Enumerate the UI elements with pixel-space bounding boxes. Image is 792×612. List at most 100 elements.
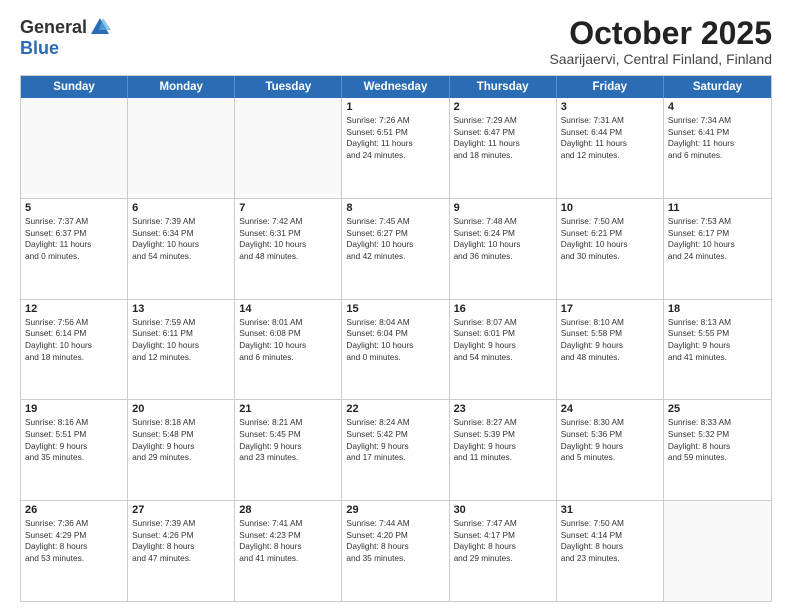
cell-info-24: Sunrise: 8:30 AM Sunset: 5:36 PM Dayligh… (561, 417, 659, 463)
cell-info-12: Sunrise: 7:56 AM Sunset: 6:14 PM Dayligh… (25, 317, 123, 363)
day-number-10: 10 (561, 202, 659, 214)
day-number-14: 14 (239, 303, 337, 315)
day-number-20: 20 (132, 403, 230, 415)
calendar-cell-day-10: 10 Sunrise: 7:50 AM Sunset: 6:21 PM Dayli… (557, 199, 664, 299)
day-number-18: 18 (668, 303, 767, 315)
day-number-4: 4 (668, 101, 767, 113)
cell-info-31: Sunrise: 7:50 AM Sunset: 4:14 PM Dayligh… (561, 518, 659, 564)
logo-blue-text: Blue (20, 38, 59, 59)
day-number-31: 31 (561, 504, 659, 516)
calendar-cell-day-24: 24 Sunrise: 8:30 AM Sunset: 5:36 PM Dayli… (557, 400, 664, 500)
day-number-22: 22 (346, 403, 444, 415)
weekday-header-tuesday: Tuesday (235, 76, 342, 98)
day-number-5: 5 (25, 202, 123, 214)
calendar-cell-day-7: 7Sunrise: 7:42 AM Sunset: 6:31 PM Daylig… (235, 199, 342, 299)
calendar-cell-day-12: 12Sunrise: 7:56 AM Sunset: 6:14 PM Dayli… (21, 300, 128, 400)
day-number-11: 11 (668, 202, 767, 214)
calendar: SundayMondayTuesdayWednesdayThursdayFrid… (20, 75, 772, 602)
cell-info-13: Sunrise: 7:59 AM Sunset: 6:11 PM Dayligh… (132, 317, 230, 363)
calendar-row-2: 12Sunrise: 7:56 AM Sunset: 6:14 PM Dayli… (21, 299, 771, 400)
calendar-cell-day-22: 22 Sunrise: 8:24 AM Sunset: 5:42 PM Dayli… (342, 400, 449, 500)
cell-info-29: Sunrise: 7:44 AM Sunset: 4:20 PM Dayligh… (346, 518, 444, 564)
cell-info-1: Sunrise: 7:26 AM Sunset: 6:51 PM Dayligh… (346, 115, 444, 161)
calendar-cell-day-18: 18Sunrise: 8:13 AM Sunset: 5:55 PM Dayli… (664, 300, 771, 400)
calendar-cell-day-15: 15 Sunrise: 8:04 AM Sunset: 6:04 PM Dayli… (342, 300, 449, 400)
calendar-cell-day-1: 1Sunrise: 7:26 AM Sunset: 6:51 PM Daylig… (342, 98, 449, 198)
day-number-16: 16 (454, 303, 552, 315)
day-number-25: 25 (668, 403, 767, 415)
weekday-header-monday: Monday (128, 76, 235, 98)
month-title: October 2025 (549, 16, 772, 51)
weekday-header-wednesday: Wednesday (342, 76, 449, 98)
calendar-cell-day-21: 21 Sunrise: 8:21 AM Sunset: 5:45 PM Dayli… (235, 400, 342, 500)
calendar-cell-day-5: 5 Sunrise: 7:37 AM Sunset: 6:37 PM Daylig… (21, 199, 128, 299)
calendar-cell-day-17: 17Sunrise: 8:10 AM Sunset: 5:58 PM Dayli… (557, 300, 664, 400)
calendar-cell-day-20: 20Sunrise: 8:18 AM Sunset: 5:48 PM Dayli… (128, 400, 235, 500)
day-number-19: 19 (25, 403, 123, 415)
calendar-cell-day-19: 19 Sunrise: 8:16 AM Sunset: 5:51 PM Dayli… (21, 400, 128, 500)
calendar-cell-day-28: 28 Sunrise: 7:41 AM Sunset: 4:23 PM Dayli… (235, 501, 342, 601)
cell-info-19: Sunrise: 8:16 AM Sunset: 5:51 PM Dayligh… (25, 417, 123, 463)
cell-info-27: Sunrise: 7:39 AM Sunset: 4:26 PM Dayligh… (132, 518, 230, 564)
weekday-header-sunday: Sunday (21, 76, 128, 98)
cell-info-14: Sunrise: 8:01 AM Sunset: 6:08 PM Dayligh… (239, 317, 337, 363)
day-number-15: 15 (346, 303, 444, 315)
calendar-cell-day-25: 25Sunrise: 8:33 AM Sunset: 5:32 PM Dayli… (664, 400, 771, 500)
header: General Blue October 2025 Saarijaervi, C… (20, 16, 772, 67)
calendar-cell-day-27: 27 Sunrise: 7:39 AM Sunset: 4:26 PM Dayli… (128, 501, 235, 601)
day-number-9: 9 (454, 202, 552, 214)
cell-info-15: Sunrise: 8:04 AM Sunset: 6:04 PM Dayligh… (346, 317, 444, 363)
calendar-row-4: 26 Sunrise: 7:36 AM Sunset: 4:29 PM Dayli… (21, 500, 771, 601)
day-number-3: 3 (561, 101, 659, 113)
cell-info-21: Sunrise: 8:21 AM Sunset: 5:45 PM Dayligh… (239, 417, 337, 463)
title-block: October 2025 Saarijaervi, Central Finlan… (549, 16, 772, 67)
calendar-cell-empty-4-6 (664, 501, 771, 601)
day-number-21: 21 (239, 403, 337, 415)
cell-info-23: Sunrise: 8:27 AM Sunset: 5:39 PM Dayligh… (454, 417, 552, 463)
calendar-cell-day-16: 16 Sunrise: 8:07 AM Sunset: 6:01 PM Dayli… (450, 300, 557, 400)
cell-info-10: Sunrise: 7:50 AM Sunset: 6:21 PM Dayligh… (561, 216, 659, 262)
calendar-cell-day-8: 8 Sunrise: 7:45 AM Sunset: 6:27 PM Daylig… (342, 199, 449, 299)
calendar-cell-empty-0-1 (128, 98, 235, 198)
calendar-cell-day-3: 3 Sunrise: 7:31 AM Sunset: 6:44 PM Daylig… (557, 98, 664, 198)
calendar-cell-day-13: 13Sunrise: 7:59 AM Sunset: 6:11 PM Dayli… (128, 300, 235, 400)
calendar-header-row: SundayMondayTuesdayWednesdayThursdayFrid… (21, 76, 771, 98)
calendar-row-0: 1Sunrise: 7:26 AM Sunset: 6:51 PM Daylig… (21, 98, 771, 198)
logo-general-text: General (20, 17, 87, 38)
day-number-29: 29 (346, 504, 444, 516)
cell-info-17: Sunrise: 8:10 AM Sunset: 5:58 PM Dayligh… (561, 317, 659, 363)
calendar-row-3: 19 Sunrise: 8:16 AM Sunset: 5:51 PM Dayli… (21, 399, 771, 500)
weekday-header-saturday: Saturday (664, 76, 771, 98)
cell-info-26: Sunrise: 7:36 AM Sunset: 4:29 PM Dayligh… (25, 518, 123, 564)
calendar-body: 1Sunrise: 7:26 AM Sunset: 6:51 PM Daylig… (21, 98, 771, 601)
day-number-27: 27 (132, 504, 230, 516)
day-number-6: 6 (132, 202, 230, 214)
cell-info-8: Sunrise: 7:45 AM Sunset: 6:27 PM Dayligh… (346, 216, 444, 262)
page: General Blue October 2025 Saarijaervi, C… (0, 0, 792, 612)
day-number-28: 28 (239, 504, 337, 516)
calendar-cell-day-26: 26 Sunrise: 7:36 AM Sunset: 4:29 PM Dayli… (21, 501, 128, 601)
cell-info-16: Sunrise: 8:07 AM Sunset: 6:01 PM Dayligh… (454, 317, 552, 363)
logo-icon (89, 16, 111, 38)
cell-info-2: Sunrise: 7:29 AM Sunset: 6:47 PM Dayligh… (454, 115, 552, 161)
weekday-header-friday: Friday (557, 76, 664, 98)
cell-info-7: Sunrise: 7:42 AM Sunset: 6:31 PM Dayligh… (239, 216, 337, 262)
cell-info-3: Sunrise: 7:31 AM Sunset: 6:44 PM Dayligh… (561, 115, 659, 161)
day-number-23: 23 (454, 403, 552, 415)
calendar-cell-day-29: 29 Sunrise: 7:44 AM Sunset: 4:20 PM Dayli… (342, 501, 449, 601)
calendar-row-1: 5 Sunrise: 7:37 AM Sunset: 6:37 PM Daylig… (21, 198, 771, 299)
weekday-header-thursday: Thursday (450, 76, 557, 98)
cell-info-6: Sunrise: 7:39 AM Sunset: 6:34 PM Dayligh… (132, 216, 230, 262)
calendar-cell-day-2: 2Sunrise: 7:29 AM Sunset: 6:47 PM Daylig… (450, 98, 557, 198)
cell-info-5: Sunrise: 7:37 AM Sunset: 6:37 PM Dayligh… (25, 216, 123, 262)
cell-info-22: Sunrise: 8:24 AM Sunset: 5:42 PM Dayligh… (346, 417, 444, 463)
calendar-cell-day-23: 23 Sunrise: 8:27 AM Sunset: 5:39 PM Dayli… (450, 400, 557, 500)
day-number-26: 26 (25, 504, 123, 516)
cell-info-28: Sunrise: 7:41 AM Sunset: 4:23 PM Dayligh… (239, 518, 337, 564)
day-number-24: 24 (561, 403, 659, 415)
calendar-cell-empty-0-0 (21, 98, 128, 198)
calendar-cell-day-14: 14 Sunrise: 8:01 AM Sunset: 6:08 PM Dayli… (235, 300, 342, 400)
day-number-8: 8 (346, 202, 444, 214)
cell-info-9: Sunrise: 7:48 AM Sunset: 6:24 PM Dayligh… (454, 216, 552, 262)
logo: General Blue (20, 16, 111, 59)
